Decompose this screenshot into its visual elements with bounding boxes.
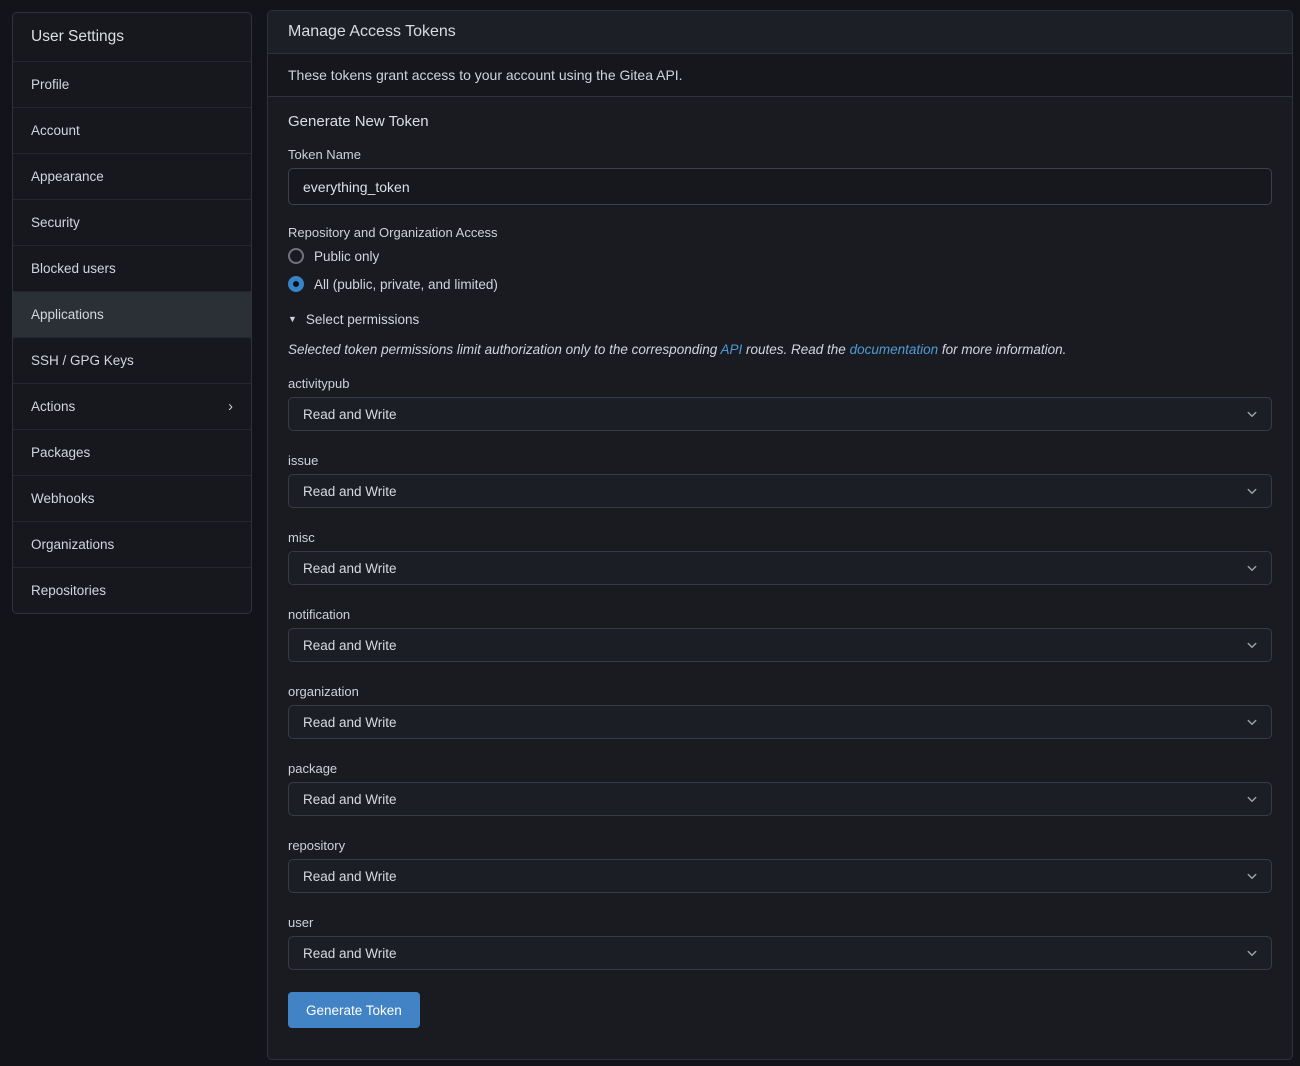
radio-all-access-label: All (public, private, and limited) — [314, 277, 498, 292]
perm-group-repository: repository Read and Write — [288, 838, 1272, 893]
sidebar-item-label: Repositories — [31, 583, 106, 598]
sidebar-item-security[interactable]: Security — [13, 199, 251, 245]
radio-unselected-icon[interactable] — [288, 248, 304, 264]
token-name-input[interactable] — [288, 168, 1272, 205]
sidebar-item-ssh-gpg-keys[interactable]: SSH / GPG Keys — [13, 337, 251, 383]
api-link[interactable]: API — [720, 342, 742, 357]
perm-label-activitypub: activitypub — [288, 376, 1272, 391]
sidebar-item-label: Organizations — [31, 537, 114, 552]
select-permissions-label: Select permissions — [306, 312, 419, 327]
sidebar-item-label: Blocked users — [31, 261, 116, 276]
perm-group-notification: notification Read and Write — [288, 607, 1272, 662]
perm-select-package[interactable]: Read and Write — [288, 782, 1272, 816]
sidebar-item-repositories[interactable]: Repositories — [13, 567, 251, 613]
perm-label-package: package — [288, 761, 1272, 776]
radio-all-access[interactable]: All (public, private, and limited) — [288, 274, 1272, 294]
chevron-down-icon — [1246, 870, 1258, 882]
tokens-description: These tokens grant access to your accoun… — [268, 54, 1292, 97]
sidebar-item-label: Applications — [31, 307, 104, 322]
perm-label-notification: notification — [288, 607, 1272, 622]
permissions-note: Selected token permissions limit authori… — [288, 342, 1272, 358]
repo-org-access-label: Repository and Organization Access — [288, 225, 1272, 240]
perm-label-user: user — [288, 915, 1272, 930]
perm-label-organization: organization — [288, 684, 1272, 699]
perm-label-issue: issue — [288, 453, 1272, 468]
page-title: Manage Access Tokens — [268, 11, 1292, 54]
perm-group-organization: organization Read and Write — [288, 684, 1272, 739]
manage-access-tokens-panel: Manage Access Tokens These tokens grant … — [267, 10, 1293, 1060]
chevron-down-icon — [1246, 639, 1258, 651]
sidebar-item-applications[interactable]: Applications — [13, 291, 251, 337]
perm-group-user: user Read and Write — [288, 915, 1272, 970]
chevron-down-icon — [1246, 793, 1258, 805]
perm-group-issue: issue Read and Write — [288, 453, 1272, 508]
sidebar-item-account[interactable]: Account — [13, 107, 251, 153]
perm-select-value: Read and Write — [303, 484, 397, 499]
chevron-down-icon — [1246, 562, 1258, 574]
sidebar-item-label: Appearance — [31, 169, 104, 184]
settings-sidebar: User Settings Profile Account Appearance… — [12, 12, 252, 614]
chevron-right-icon: › — [228, 399, 233, 414]
sidebar-item-label: Actions — [31, 399, 75, 414]
sidebar-item-label: Security — [31, 215, 80, 230]
perm-group-package: package Read and Write — [288, 761, 1272, 816]
perm-select-value: Read and Write — [303, 715, 397, 730]
caret-down-icon: ▼ — [288, 315, 297, 324]
sidebar-item-label: SSH / GPG Keys — [31, 353, 134, 368]
documentation-link[interactable]: documentation — [850, 342, 939, 357]
sidebar-title: User Settings — [13, 13, 251, 61]
perm-select-user[interactable]: Read and Write — [288, 936, 1272, 970]
note-text: Selected token permissions limit authori… — [288, 342, 720, 357]
perm-select-repository[interactable]: Read and Write — [288, 859, 1272, 893]
perm-select-value: Read and Write — [303, 638, 397, 653]
generate-token-form: Generate New Token Token Name Repository… — [268, 97, 1292, 1048]
sidebar-item-label: Account — [31, 123, 80, 138]
perm-select-notification[interactable]: Read and Write — [288, 628, 1272, 662]
perm-label-repository: repository — [288, 838, 1272, 853]
perm-select-issue[interactable]: Read and Write — [288, 474, 1272, 508]
chevron-down-icon — [1246, 947, 1258, 959]
perm-select-activitypub[interactable]: Read and Write — [288, 397, 1272, 431]
perm-select-value: Read and Write — [303, 792, 397, 807]
radio-public-only-label: Public only — [314, 249, 379, 264]
perm-select-misc[interactable]: Read and Write — [288, 551, 1272, 585]
perm-select-value: Read and Write — [303, 407, 397, 422]
chevron-down-icon — [1246, 716, 1258, 728]
sidebar-item-label: Webhooks — [31, 491, 95, 506]
sidebar-item-webhooks[interactable]: Webhooks — [13, 475, 251, 521]
perm-select-value: Read and Write — [303, 869, 397, 884]
sidebar-item-label: Profile — [31, 77, 69, 92]
token-name-label: Token Name — [288, 147, 1272, 162]
generate-token-button[interactable]: Generate Token — [288, 992, 420, 1028]
sidebar-item-actions[interactable]: Actions › — [13, 383, 251, 429]
note-text: routes. Read the — [742, 342, 849, 357]
perm-group-misc: misc Read and Write — [288, 530, 1272, 585]
select-permissions-toggle[interactable]: ▼ Select permissions — [288, 310, 1272, 328]
perm-select-organization[interactable]: Read and Write — [288, 705, 1272, 739]
sidebar-item-appearance[interactable]: Appearance — [13, 153, 251, 199]
sidebar-item-organizations[interactable]: Organizations — [13, 521, 251, 567]
sidebar-item-blocked-users[interactable]: Blocked users — [13, 245, 251, 291]
perm-select-value: Read and Write — [303, 946, 397, 961]
note-text: for more information. — [938, 342, 1066, 357]
radio-public-only[interactable]: Public only — [288, 246, 1272, 266]
chevron-down-icon — [1246, 485, 1258, 497]
chevron-down-icon — [1246, 408, 1258, 420]
sidebar-item-profile[interactable]: Profile — [13, 61, 251, 107]
sidebar-item-packages[interactable]: Packages — [13, 429, 251, 475]
generate-new-token-title: Generate New Token — [288, 113, 1272, 131]
radio-selected-icon[interactable] — [288, 276, 304, 292]
perm-select-value: Read and Write — [303, 561, 397, 576]
perm-group-activitypub: activitypub Read and Write — [288, 376, 1272, 431]
perm-label-misc: misc — [288, 530, 1272, 545]
sidebar-item-label: Packages — [31, 445, 90, 460]
